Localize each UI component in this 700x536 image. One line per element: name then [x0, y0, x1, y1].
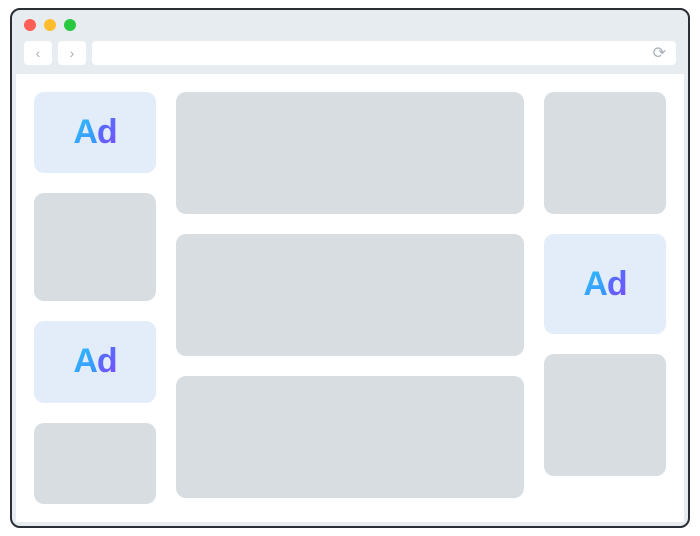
window-maximize-button[interactable]	[64, 19, 76, 31]
content-block	[544, 92, 666, 214]
browser-toolbar: ‹ › ⟳	[12, 40, 688, 74]
ad-label: Ad	[73, 342, 116, 381]
chevron-right-icon: ›	[70, 45, 75, 61]
back-button[interactable]: ‹	[24, 41, 52, 65]
content-block	[544, 354, 666, 476]
chevron-left-icon: ‹	[36, 45, 41, 61]
content-block	[34, 193, 156, 301]
main-column	[176, 92, 524, 504]
window-titlebar	[12, 10, 688, 40]
content-block	[176, 234, 524, 356]
ad-label: Ad	[73, 113, 116, 152]
reload-icon[interactable]: ⟳	[653, 43, 666, 63]
window-minimize-button[interactable]	[44, 19, 56, 31]
left-column: Ad Ad	[34, 92, 156, 504]
content-block	[176, 376, 524, 498]
content-block	[176, 92, 524, 214]
content-block	[34, 423, 156, 504]
ad-slot[interactable]: Ad	[34, 321, 156, 402]
ad-slot[interactable]: Ad	[34, 92, 156, 173]
forward-button[interactable]: ›	[58, 41, 86, 65]
page-content: Ad Ad Ad	[16, 74, 684, 522]
right-column: Ad	[544, 92, 666, 504]
address-bar[interactable]: ⟳	[92, 41, 676, 65]
browser-window: ‹ › ⟳ Ad Ad Ad	[10, 8, 690, 528]
ad-slot[interactable]: Ad	[544, 234, 666, 334]
window-close-button[interactable]	[24, 19, 36, 31]
ad-label: Ad	[583, 265, 626, 304]
